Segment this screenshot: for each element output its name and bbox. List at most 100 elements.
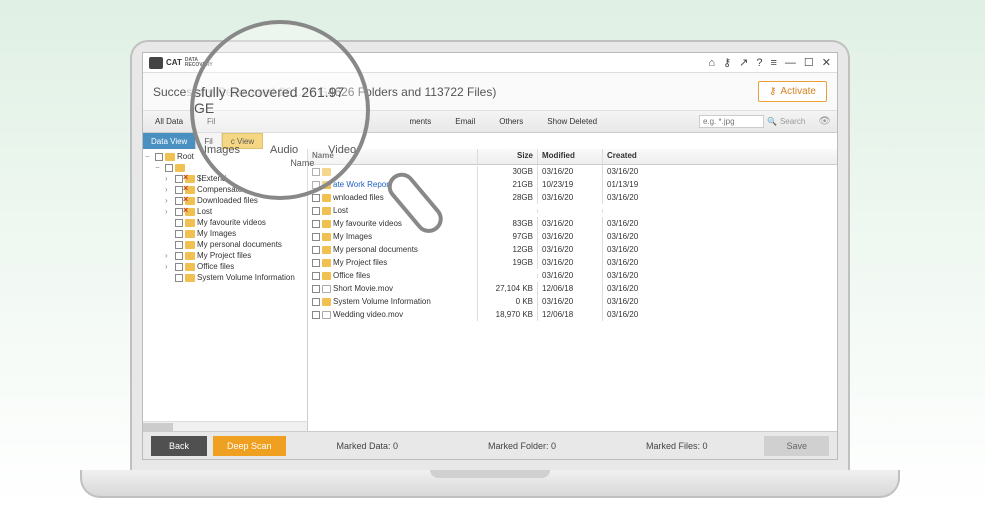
tree-node[interactable]: › $Extend	[145, 173, 305, 184]
checkbox[interactable]	[312, 168, 320, 176]
tree-node[interactable]: −Root	[145, 151, 305, 162]
logo-icon	[149, 57, 163, 69]
checkbox[interactable]	[312, 181, 320, 189]
expand-icon[interactable]: ›	[165, 174, 173, 183]
share-icon[interactable]: ↗	[739, 56, 748, 69]
filter-show-deleted[interactable]: Show Deleted	[535, 111, 609, 132]
tree-label: $Extend	[197, 174, 226, 183]
checkbox[interactable]	[175, 219, 183, 227]
list-row[interactable]: My Images97GB03/16/2003/16/20	[308, 230, 837, 243]
file-modified	[538, 209, 603, 213]
col-size[interactable]: Size	[478, 149, 538, 164]
list-row[interactable]: My Project files19GB03/16/2003/16/20	[308, 256, 837, 269]
filter-others[interactable]: Others	[487, 111, 535, 132]
filter-documents[interactable]: ments	[397, 111, 443, 132]
deep-scan-button[interactable]: Deep Scan	[213, 436, 286, 456]
checkbox[interactable]	[165, 164, 173, 172]
checkbox[interactable]	[312, 311, 320, 319]
checkbox[interactable]	[175, 197, 183, 205]
checkbox[interactable]	[312, 298, 320, 306]
list-row[interactable]: Office files03/16/2003/16/20	[308, 269, 837, 282]
checkbox[interactable]	[155, 153, 163, 161]
tree-pane: −Root−›$Extend›Compensate›Downloaded fil…	[143, 149, 308, 431]
checkbox[interactable]	[312, 259, 320, 267]
file-name: My favourite videos	[333, 219, 402, 228]
list-row[interactable]: wnloaded files28GB03/16/2003/16/20	[308, 191, 837, 204]
checkbox[interactable]	[312, 272, 320, 280]
checkbox[interactable]	[312, 194, 320, 202]
tree-node[interactable]: ›Downloaded files	[145, 195, 305, 206]
checkbox[interactable]	[175, 274, 183, 282]
folder-icon	[185, 241, 195, 249]
tree-node[interactable]: My personal documents	[145, 239, 305, 250]
file-created: 03/16/20	[603, 256, 668, 269]
col-modified[interactable]: Modified	[538, 149, 603, 164]
expand-icon[interactable]: −	[145, 152, 153, 161]
preview-toggle-icon[interactable]: 👁	[818, 116, 831, 127]
checkbox[interactable]	[312, 285, 320, 293]
key-icon[interactable]: ⚷	[723, 56, 731, 69]
checkbox[interactable]	[175, 263, 183, 271]
tree-node[interactable]: My favourite videos	[145, 217, 305, 228]
col-created[interactable]: Created	[603, 149, 668, 164]
folder-icon	[165, 153, 175, 161]
checkbox[interactable]	[175, 175, 183, 183]
tree-node[interactable]: ›Compensate	[145, 184, 305, 195]
checkbox[interactable]	[175, 241, 183, 249]
list-row[interactable]: Wedding video.mov18,970 KB12/06/1803/16/…	[308, 308, 837, 321]
filter-files[interactable]: Fil	[195, 111, 227, 132]
list-row[interactable]: System Volume Information0 KB03/16/2003/…	[308, 295, 837, 308]
tab-data-view[interactable]: Data View	[143, 133, 196, 149]
tab-file-view[interactable]: Fil	[196, 133, 221, 149]
tree-node[interactable]: ›Office files	[145, 261, 305, 272]
col-name[interactable]: Name	[308, 149, 478, 164]
list-row[interactable]: 30GB03/16/2003/16/20	[308, 165, 837, 178]
tree-node[interactable]: ›Lost	[145, 206, 305, 217]
folder-tree[interactable]: −Root−›$Extend›Compensate›Downloaded fil…	[143, 149, 307, 285]
list-row[interactable]: My favourite videos83GB03/16/2003/16/20	[308, 217, 837, 230]
activate-label: Activate	[780, 86, 816, 97]
back-button[interactable]: Back	[151, 436, 207, 456]
home-icon[interactable]: ⌂	[708, 57, 715, 69]
search-input[interactable]	[699, 115, 764, 128]
tree-node[interactable]: ›My Project files	[145, 250, 305, 261]
save-button[interactable]: Save	[764, 436, 829, 456]
expand-icon[interactable]: ›	[165, 196, 173, 205]
file-created: 03/16/20	[603, 295, 668, 308]
expand-icon[interactable]: ›	[165, 251, 173, 260]
list-row[interactable]: ate Work Report…21GB10/23/1901/13/19	[308, 178, 837, 191]
checkbox[interactable]	[175, 186, 183, 194]
list-row[interactable]: My personal documents12GB03/16/2003/16/2…	[308, 243, 837, 256]
file-created	[603, 209, 668, 213]
tree-node[interactable]: My Images	[145, 228, 305, 239]
file-list[interactable]: 30GB03/16/2003/16/20ate Work Report…21GB…	[308, 165, 837, 431]
tree-node[interactable]: −	[145, 162, 305, 173]
search-icon[interactable]: 🔍	[767, 117, 777, 126]
list-row[interactable]: Lost	[308, 204, 837, 217]
classic-view-badge[interactable]: c View	[222, 133, 263, 149]
tree-scrollbar[interactable]	[143, 421, 307, 431]
expand-icon[interactable]: ›	[165, 262, 173, 271]
close-icon[interactable]: ✕	[822, 56, 831, 69]
expand-icon[interactable]: −	[155, 163, 163, 172]
checkbox[interactable]	[175, 252, 183, 260]
scrollbar-thumb[interactable]	[143, 423, 173, 431]
marked-data-label: Marked Data: 0	[337, 441, 399, 451]
filter-email[interactable]: Email	[443, 111, 487, 132]
checkbox[interactable]	[312, 207, 320, 215]
list-row[interactable]: Short Movie.mov27,104 KB12/06/1803/16/20	[308, 282, 837, 295]
maximize-icon[interactable]: ☐	[804, 56, 814, 69]
menu-icon[interactable]: ≡	[770, 57, 776, 69]
checkbox[interactable]	[312, 233, 320, 241]
filter-all[interactable]: All Data	[143, 111, 195, 132]
expand-icon[interactable]: ›	[165, 207, 173, 216]
expand-icon[interactable]: ›	[165, 185, 173, 194]
checkbox[interactable]	[312, 220, 320, 228]
activate-button[interactable]: ⚷ Activate	[758, 81, 827, 102]
checkbox[interactable]	[175, 230, 183, 238]
checkbox[interactable]	[312, 246, 320, 254]
minimize-icon[interactable]: —	[785, 57, 796, 69]
help-icon[interactable]: ?	[756, 57, 762, 69]
checkbox[interactable]	[175, 208, 183, 216]
tree-node[interactable]: System Volume Information	[145, 272, 305, 283]
